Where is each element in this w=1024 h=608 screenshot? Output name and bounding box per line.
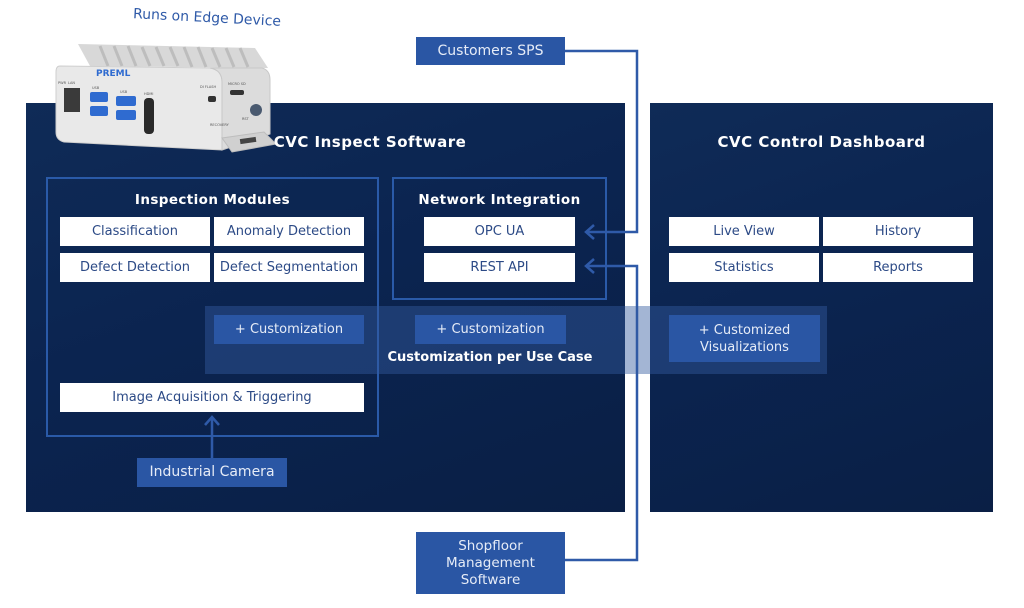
customized-line-1: + Customized bbox=[698, 322, 791, 338]
customers-sps-box[interactable]: Customers SPS bbox=[416, 37, 565, 65]
customized-line-2: Visualizations bbox=[700, 339, 789, 355]
network-customization[interactable]: + Customization bbox=[415, 315, 566, 344]
shopfloor-line-1: Shopfloor bbox=[458, 537, 523, 554]
shopfloor-line-2: Management bbox=[446, 554, 535, 571]
industrial-camera-box[interactable]: Industrial Camera bbox=[137, 458, 287, 487]
modules-customization[interactable]: + Customization bbox=[214, 315, 364, 344]
dashboard-customized-visualizations[interactable]: + Customized Visualizations bbox=[669, 315, 820, 362]
shopfloor-line-3: Software bbox=[460, 571, 521, 588]
customization-band-label: Customization per Use Case bbox=[387, 350, 593, 365]
connector-lines bbox=[204, 49, 639, 562]
shopfloor-management-box[interactable]: Shopfloor Management Software bbox=[416, 532, 565, 594]
sps-to-opcua-line bbox=[565, 49, 639, 234]
